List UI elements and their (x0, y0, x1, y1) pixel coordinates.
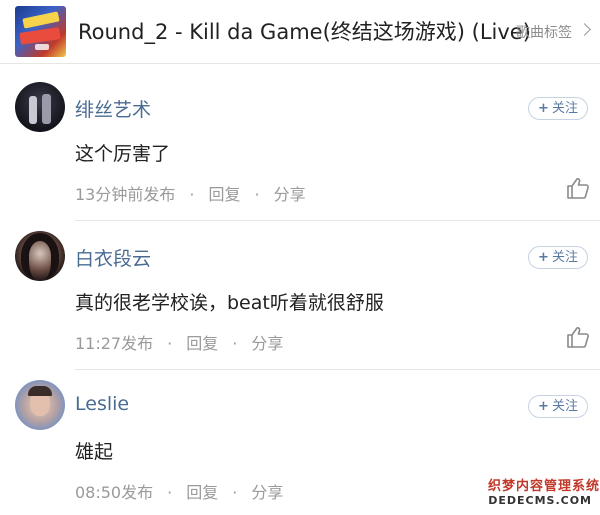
comment-meta: 11:27发布 · 回复 · 分享 (75, 334, 284, 353)
comment-item: 绯丝艺术 + 关注 这个厉害了 13分钟前发布 · 回复 · 分享 (0, 72, 600, 222)
follow-button[interactable]: + 关注 (528, 246, 588, 269)
comment-meta: 13分钟前发布 · 回复 · 分享 (75, 185, 306, 204)
song-header: Round_2 - Kill da Game(终结这场游戏) (Live) 歌曲… (0, 0, 600, 64)
comment-time: 13分钟前发布 (75, 185, 176, 204)
watermark: 织梦内容管理系统 DEDECMS.COM (488, 479, 600, 507)
comment-meta: 08:50发布 · 回复 · 分享 (75, 483, 284, 502)
comment-text: 真的很老学校诶，beat听着就很舒服 (75, 292, 384, 314)
comment-item: 白衣段云 + 关注 真的很老学校诶，beat听着就很舒服 11:27发布 · 回复 · 分… (0, 221, 600, 371)
avatar[interactable] (15, 231, 65, 281)
song-tags-link[interactable]: 歌曲标签 (516, 22, 572, 42)
watermark-line2: DEDECMS.COM (488, 494, 592, 507)
comment-username[interactable]: Leslie (75, 393, 129, 415)
reply-button[interactable]: 回复 (208, 185, 240, 204)
follow-button[interactable]: + 关注 (528, 395, 588, 418)
chevron-right-icon[interactable] (578, 23, 591, 36)
comment-time: 11:27发布 (75, 334, 154, 353)
comment-username[interactable]: 白衣段云 (75, 244, 151, 271)
share-button[interactable]: 分享 (251, 334, 283, 353)
comment-text: 雄起 (75, 441, 114, 463)
reply-button[interactable]: 回复 (186, 334, 218, 353)
comment-text: 这个厉害了 (75, 143, 171, 165)
thumbs-up-icon[interactable] (566, 177, 590, 199)
follow-button[interactable]: + 关注 (528, 97, 588, 120)
reply-button[interactable]: 回复 (186, 483, 218, 502)
album-cover[interactable] (15, 6, 66, 57)
share-button[interactable]: 分享 (251, 483, 283, 502)
avatar[interactable] (15, 82, 65, 132)
plus-icon: + (538, 399, 549, 414)
plus-icon: + (538, 101, 549, 116)
comment-time: 08:50发布 (75, 483, 154, 502)
thumbs-up-icon[interactable] (566, 326, 590, 348)
comment-username[interactable]: 绯丝艺术 (75, 95, 151, 122)
watermark-line1: 织梦内容管理系统 (488, 479, 600, 494)
plus-icon: + (538, 250, 549, 265)
song-title: Round_2 - Kill da Game(终结这场游戏) (Live) (78, 20, 531, 44)
avatar[interactable] (15, 380, 65, 430)
share-button[interactable]: 分享 (274, 185, 306, 204)
